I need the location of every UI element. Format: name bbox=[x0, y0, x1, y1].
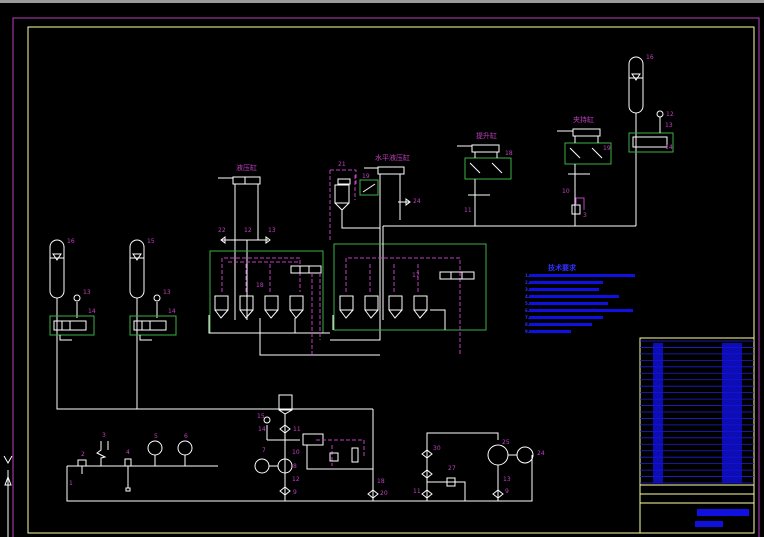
svg-text:21: 21 bbox=[338, 161, 346, 168]
cylinder-right-b: 夹持缸 bbox=[557, 115, 601, 137]
svg-text:19: 19 bbox=[603, 145, 611, 152]
check-valve-24: 24 bbox=[398, 198, 421, 206]
svg-text:3: 3 bbox=[583, 212, 587, 219]
svg-text:15: 15 bbox=[147, 238, 155, 245]
callout-10: 10 bbox=[562, 188, 570, 195]
unloading-valve-group bbox=[302, 433, 373, 470]
svg-text:2: 2 bbox=[81, 451, 85, 458]
callout-tank: 1 bbox=[69, 480, 73, 487]
svg-text:13: 13 bbox=[503, 476, 511, 483]
svg-text:13: 13 bbox=[665, 122, 673, 129]
hydraulic-schematic: 16 15 13 13 14 14 液压缸 22 12 13 18 水平液压缸 bbox=[0, 0, 764, 537]
svg-text:24: 24 bbox=[537, 450, 545, 457]
accumulator-lines bbox=[56, 298, 373, 410]
svg-text:夹持缸: 夹持缸 bbox=[573, 115, 594, 124]
svg-text:13: 13 bbox=[268, 227, 276, 234]
ucs-icon bbox=[3, 455, 13, 537]
note-lines: 1. 2. 3. 4. 5. 6. 7. 8. 9. bbox=[525, 273, 635, 334]
svg-text:9: 9 bbox=[293, 489, 297, 496]
left-block-outlets bbox=[208, 315, 380, 356]
title-block bbox=[639, 337, 755, 534]
svg-text:16: 16 bbox=[67, 238, 75, 245]
svg-text:14: 14 bbox=[258, 426, 266, 433]
svg-text:24: 24 bbox=[413, 198, 421, 205]
svg-text:13: 13 bbox=[163, 289, 171, 296]
svg-text:22: 22 bbox=[218, 227, 226, 234]
svg-text:7: 7 bbox=[262, 447, 266, 454]
valve-block-right-a: 18 bbox=[464, 150, 513, 180]
valve-block-right-b: 19 bbox=[564, 142, 612, 165]
accumulator-left-1: 16 bbox=[49, 238, 75, 299]
cylinder-left: 液压缸 bbox=[218, 163, 261, 185]
valve-block-17 bbox=[333, 243, 487, 331]
solenoid-valve-left bbox=[290, 265, 322, 274]
return-filter: 18 20 bbox=[367, 478, 388, 499]
solenoid-valve-right bbox=[439, 271, 475, 280]
svg-text:18: 18 bbox=[505, 150, 513, 157]
viewport-scrollbar[interactable] bbox=[0, 0, 764, 3]
svg-text:12: 12 bbox=[666, 111, 674, 118]
valve-block-18 bbox=[209, 250, 324, 334]
breather: 2 bbox=[77, 451, 87, 474]
filler-strainer: 3 bbox=[96, 432, 109, 466]
cylinder-right-a: 提升缸 bbox=[457, 131, 500, 153]
svg-text:14: 14 bbox=[168, 308, 176, 315]
svg-text:20: 20 bbox=[380, 490, 388, 497]
svg-text:液压缸: 液压缸 bbox=[236, 163, 257, 172]
svg-text:技术要求: 技术要求 bbox=[548, 263, 577, 272]
accumulator-left-2: 15 bbox=[129, 238, 155, 299]
svg-text:27: 27 bbox=[448, 465, 456, 472]
svg-text:9: 9 bbox=[505, 488, 509, 495]
svg-text:6: 6 bbox=[184, 433, 188, 440]
temperature-gauge: 5 bbox=[147, 433, 163, 466]
pilot-lines-mid bbox=[329, 169, 357, 240]
cylinder-horizontal: 水平液压缸 bbox=[364, 153, 410, 175]
level-gauge: 4 bbox=[124, 449, 132, 492]
cooling-circuit: 30 11 27 25 24 13 9 bbox=[413, 432, 545, 501]
callout-18: 18 bbox=[256, 282, 264, 289]
svg-text:提升缸: 提升缸 bbox=[476, 131, 497, 140]
cartridge-valves-left bbox=[214, 295, 304, 319]
svg-text:8: 8 bbox=[293, 463, 297, 470]
svg-text:5: 5 bbox=[154, 433, 158, 440]
svg-text:4: 4 bbox=[126, 449, 130, 456]
svg-text:19: 19 bbox=[362, 173, 370, 180]
heater: 6 bbox=[177, 433, 193, 466]
svg-text:12: 12 bbox=[244, 227, 252, 234]
svg-text:12: 12 bbox=[292, 476, 300, 483]
svg-text:13: 13 bbox=[83, 289, 91, 296]
svg-text:11: 11 bbox=[413, 488, 421, 495]
svg-text:水平液压缸: 水平液压缸 bbox=[375, 153, 410, 162]
gauge-left-2: 13 bbox=[153, 289, 171, 302]
technical-notes: 技术要求 1. 2. 3. 4. 5. 6. 7. 8. 9. bbox=[525, 263, 635, 334]
callout-17: 17 bbox=[412, 272, 420, 279]
main-pump-group: 15 14 11 7 8 10 12 9 bbox=[254, 394, 301, 501]
cylinder-horizontal-lines bbox=[330, 174, 401, 341]
svg-text:25: 25 bbox=[502, 439, 510, 446]
callout-11: 11 bbox=[464, 207, 472, 214]
svg-text:18: 18 bbox=[377, 478, 385, 485]
right-block-lines bbox=[332, 225, 636, 501]
relief-valve-3: 3 bbox=[571, 197, 587, 219]
svg-text:10: 10 bbox=[292, 449, 300, 456]
svg-text:11: 11 bbox=[293, 426, 301, 433]
svg-text:3: 3 bbox=[102, 432, 106, 439]
svg-text:30: 30 bbox=[433, 445, 441, 452]
gauge-left-1: 13 bbox=[73, 289, 91, 302]
svg-text:16: 16 bbox=[646, 54, 654, 61]
svg-text:14: 14 bbox=[665, 144, 673, 151]
svg-text:14: 14 bbox=[88, 308, 96, 315]
valve-19: 19 bbox=[359, 173, 379, 196]
pilot-drain-left bbox=[311, 273, 321, 355]
svg-text:15: 15 bbox=[257, 413, 265, 420]
